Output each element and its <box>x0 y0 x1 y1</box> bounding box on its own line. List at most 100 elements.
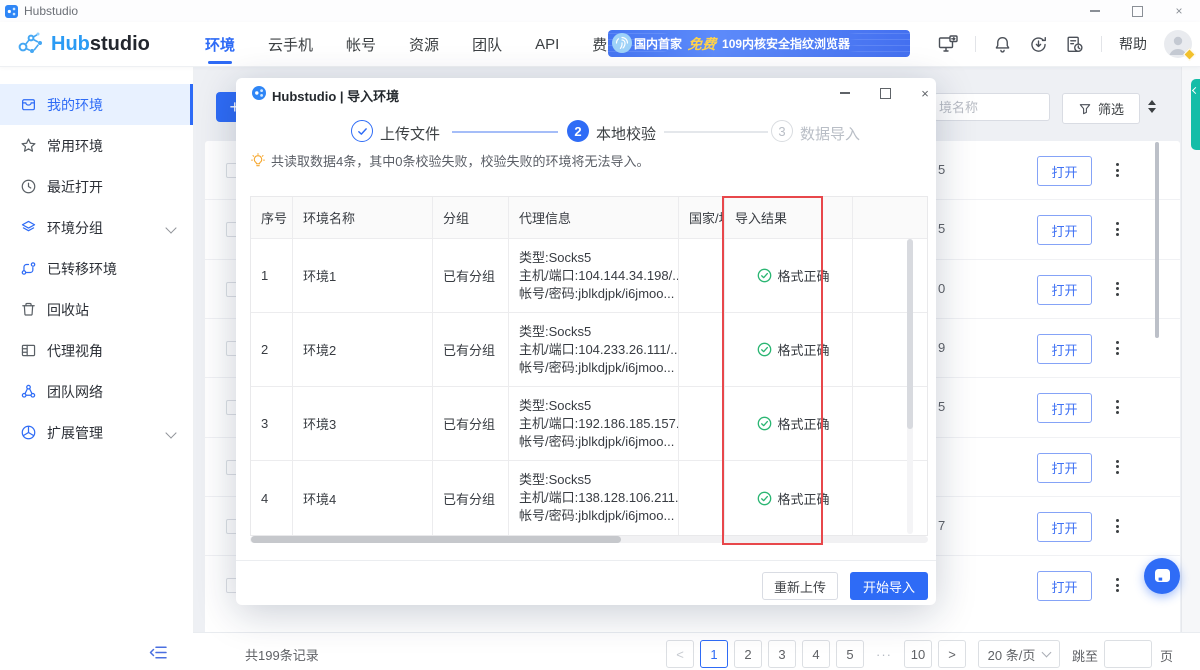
open-environment-button[interactable]: 打开 <box>1037 571 1092 601</box>
row-more-actions-icon[interactable] <box>1108 453 1126 481</box>
nav-tab-环境[interactable]: 环境 <box>205 24 235 65</box>
minimize-icon <box>1090 10 1100 12</box>
banner-suffix: 109内核安全指纹浏览器 <box>722 35 850 52</box>
open-environment-button[interactable]: 打开 <box>1037 215 1092 245</box>
divider <box>975 36 976 52</box>
column-header: 序号 <box>251 197 293 239</box>
check-circle-icon <box>757 268 772 283</box>
row-more-actions-icon[interactable] <box>1108 334 1126 362</box>
nav-tab-云手机[interactable]: 云手机 <box>268 24 313 65</box>
cell-country <box>679 239 725 313</box>
table-header-row: 序号环境名称分组代理信息国家/地区导入结果 <box>251 197 927 239</box>
docked-side-tab[interactable] <box>1191 79 1200 150</box>
nav-tab-API[interactable]: API <box>535 26 559 63</box>
next-page-button[interactable]: > <box>938 640 966 668</box>
list-scrollbar[interactable] <box>1155 142 1159 338</box>
sidebar-item-clock[interactable]: 最近打开 <box>0 166 193 207</box>
row-more-actions-icon[interactable] <box>1108 393 1126 421</box>
check-circle-icon <box>757 491 772 506</box>
sidebar-item-label: 环境分组 <box>47 218 103 238</box>
collapse-sidebar-icon[interactable] <box>148 645 167 660</box>
cell-environment-name: 环境3 <box>293 387 433 461</box>
step-validate-label: 本地校验 <box>596 123 656 144</box>
cell-blank <box>853 239 927 313</box>
close-button[interactable]: × <box>1158 0 1200 22</box>
sidebar-item-network[interactable]: 团队网络 <box>0 371 193 412</box>
sort-down-icon <box>1148 108 1156 113</box>
monitor-share-icon[interactable] <box>938 35 958 53</box>
table-row: 2环境2已有分组类型:Socks5主机/端口:104.233.26.111/..… <box>251 313 927 387</box>
sidebar-item-trash[interactable]: 回收站 <box>0 289 193 330</box>
maximize-button[interactable] <box>1116 0 1158 22</box>
column-header <box>853 197 927 239</box>
row-more-actions-icon[interactable] <box>1108 156 1126 184</box>
clipped-cell-text: 7 <box>938 518 952 533</box>
sidebar-item-star[interactable]: 常用环境 <box>0 125 193 166</box>
scrollbar-thumb[interactable] <box>251 536 621 543</box>
total-records: 共199条记录 <box>245 645 319 664</box>
page-button-1[interactable]: 1 <box>700 640 728 668</box>
page-button-10[interactable]: 10 <box>904 640 932 668</box>
table-row: 4环境4已有分组类型:Socks5主机/端口:138.128.106.211..… <box>251 461 927 535</box>
row-more-actions-icon[interactable] <box>1108 512 1126 540</box>
cell-blank <box>853 461 927 535</box>
previous-page-button[interactable]: < <box>666 640 694 668</box>
page-button-4[interactable]: 4 <box>802 640 830 668</box>
nav-tab-资源[interactable]: 资源 <box>409 24 439 65</box>
sidebar-item-proxy[interactable]: 代理视角 <box>0 330 193 371</box>
banner-prefix: 国内首家 <box>634 35 682 52</box>
sync-download-icon[interactable] <box>1029 35 1048 54</box>
row-more-actions-icon[interactable] <box>1108 275 1126 303</box>
open-environment-button[interactable]: 打开 <box>1037 275 1092 305</box>
sidebar-item-home[interactable]: 我的环境 <box>0 84 193 125</box>
open-environment-button[interactable]: 打开 <box>1037 334 1092 364</box>
cell-proxy-info: 类型:Socks5主机/端口:104.144.34.198/...帐号/密码:j… <box>509 239 679 313</box>
page-size-select[interactable]: 20 条/页 <box>978 640 1060 668</box>
dialog-minimize-button[interactable] <box>832 82 858 104</box>
result-text: 格式正确 <box>777 414 829 433</box>
validation-tip: 共读取数据4条，其中0条校验失败，校验失败的环境将无法导入。 <box>250 151 649 170</box>
scrollbar-thumb[interactable] <box>907 239 913 429</box>
reupload-button[interactable]: 重新上传 <box>762 572 838 600</box>
proxy-line: 帐号/密码:jblkdjpk/i6jmoo... <box>519 433 678 451</box>
nav-tab-团队[interactable]: 团队 <box>472 24 502 65</box>
nav-tab-帐号[interactable]: 帐号 <box>346 24 376 65</box>
brand-logo: Hubstudio <box>16 30 150 58</box>
sidebar-item-extension[interactable]: 扩展管理 <box>0 412 193 453</box>
row-more-actions-icon[interactable] <box>1108 215 1126 243</box>
sort-toggle[interactable] <box>1148 100 1156 113</box>
chat-icon <box>1154 568 1171 584</box>
divider <box>1101 36 1102 52</box>
sidebar-item-layers[interactable]: 环境分组 <box>0 207 193 248</box>
sidebar-item-label: 代理视角 <box>47 341 103 361</box>
page-button-2[interactable]: 2 <box>734 640 762 668</box>
notification-bell-icon[interactable] <box>993 35 1012 54</box>
jump-page-suffix: 页 <box>1160 646 1173 665</box>
step-connector <box>452 131 558 133</box>
dialog-maximize-button[interactable] <box>872 82 898 104</box>
row-more-actions-icon[interactable] <box>1108 571 1126 599</box>
jump-to-page-input[interactable] <box>1104 640 1152 668</box>
minimize-button[interactable] <box>1074 0 1116 22</box>
logo-text-studio: studio <box>90 33 150 55</box>
sidebar-item-transfer[interactable]: 已转移环境 <box>0 248 193 289</box>
page-button-5[interactable]: 5 <box>836 640 864 668</box>
open-environment-button[interactable]: 打开 <box>1037 393 1092 423</box>
promo-banner[interactable]: 国内首家 免费 109内核安全指纹浏览器 <box>608 30 910 57</box>
document-history-icon[interactable] <box>1065 35 1084 54</box>
search-input[interactable] <box>934 93 1050 121</box>
more-pages-icon[interactable]: ··· <box>870 640 898 668</box>
open-environment-button[interactable]: 打开 <box>1037 512 1092 542</box>
help-link[interactable]: 帮助 <box>1119 34 1147 54</box>
sidebar-item-label: 扩展管理 <box>47 423 103 443</box>
customer-service-chat-button[interactable] <box>1144 558 1180 594</box>
dialog-close-button[interactable]: × <box>912 82 938 104</box>
proxy-line: 主机/端口:138.128.106.211... <box>519 489 678 507</box>
open-environment-button[interactable]: 打开 <box>1037 156 1092 186</box>
user-avatar[interactable] <box>1164 30 1192 58</box>
filter-button[interactable]: 筛选 <box>1062 93 1140 124</box>
start-import-button[interactable]: 开始导入 <box>850 572 928 600</box>
page-button-3[interactable]: 3 <box>768 640 796 668</box>
open-environment-button[interactable]: 打开 <box>1037 453 1092 483</box>
cell-group: 已有分组 <box>433 313 509 387</box>
